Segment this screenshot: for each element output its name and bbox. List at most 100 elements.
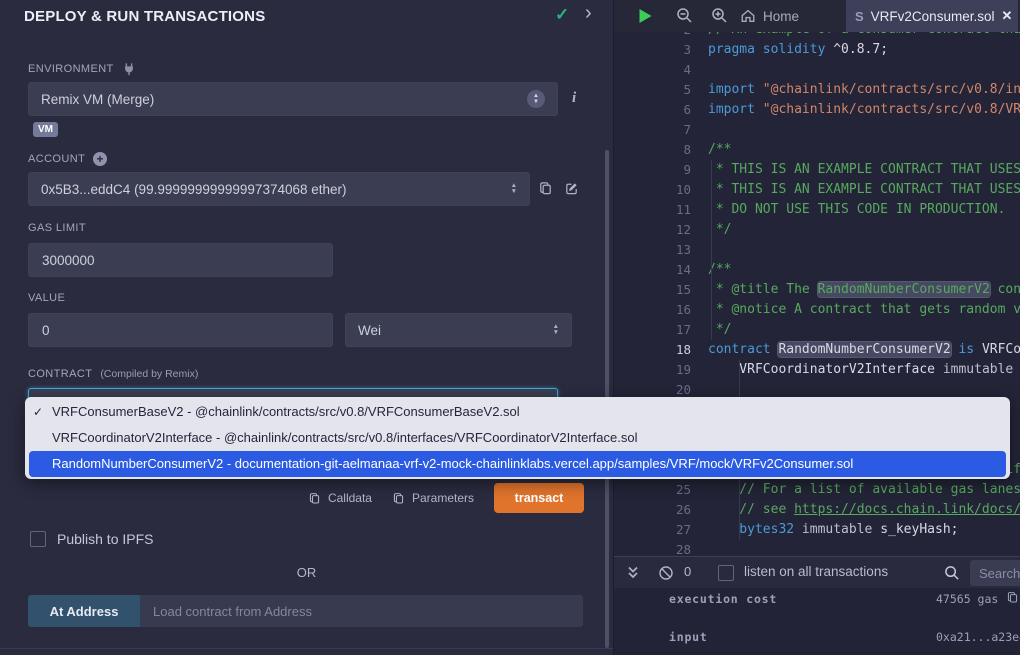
line-number[interactable]: 28 <box>614 540 691 556</box>
deploy-run-panel: DEPLOY & RUN TRANSACTIONS ✓ › ENVIRONMEN… <box>0 0 613 655</box>
code-line[interactable]: 9 * THIS IS AN EXAMPLE CONTRACT THAT USE… <box>614 160 1020 180</box>
at-address-input[interactable] <box>140 595 583 627</box>
expand-terminal-icon[interactable] <box>626 565 640 580</box>
clear-console-icon[interactable] <box>658 565 674 581</box>
close-tab-icon[interactable]: ✕ <box>1001 8 1012 24</box>
line-text: * THIS IS AN EXAMPLE CONTRACT THAT USES … <box>691 160 1020 180</box>
info-icon[interactable]: i <box>572 90 576 107</box>
code-line[interactable]: 4 <box>614 60 1020 80</box>
code-line[interactable]: 6import "@chainlink/contracts/src/v0.8/V… <box>614 100 1020 120</box>
line-number[interactable]: 7 <box>614 120 691 140</box>
code-line[interactable]: 25 // For a list of available gas lanes … <box>614 480 1020 500</box>
editor-tabbar: Home S VRFv2Consumer.sol ✕ <box>614 0 1020 32</box>
at-address-button[interactable]: At Address <box>28 595 140 627</box>
line-text: /** <box>691 140 731 160</box>
code-line[interactable]: 8/** <box>614 140 1020 160</box>
line-number[interactable]: 2 <box>614 32 691 40</box>
line-number[interactable]: 8 <box>614 140 691 160</box>
line-number[interactable]: 9 <box>614 160 691 180</box>
chevron-right-icon[interactable]: › <box>585 2 592 25</box>
zoom-in-icon[interactable] <box>711 7 728 24</box>
calldata-action[interactable]: Calldata <box>308 491 372 505</box>
vm-badge: VM <box>33 122 58 137</box>
solidity-file-icon: S <box>855 9 864 24</box>
line-text <box>691 60 708 80</box>
terminal-row-key: execution cost <box>669 592 777 606</box>
code-line[interactable]: 27 bytes32 immutable s_keyHash; <box>614 520 1020 540</box>
edit-account-icon[interactable] <box>564 181 579 196</box>
code-line[interactable]: 5import "@chainlink/contracts/src/v0.8/i… <box>614 80 1020 100</box>
zoom-out-icon[interactable] <box>676 7 693 24</box>
line-number[interactable]: 12 <box>614 220 691 240</box>
code-line[interactable]: 26 // see https://docs.chain.link/docs/v… <box>614 500 1020 520</box>
account-select[interactable]: 0x5B3...eddC4 (99.99999999999997374068 e… <box>28 172 530 206</box>
listen-all-checkbox[interactable] <box>718 565 734 581</box>
copy-value-icon[interactable] <box>1006 591 1019 604</box>
publish-ipfs-label: Publish to IPFS <box>57 531 154 547</box>
line-text: VRFCoordinatorV2Interface immutable COOR… <box>691 360 1020 380</box>
line-number[interactable]: 16 <box>614 300 691 320</box>
line-text: // An example of a consumer contract tha… <box>691 32 1020 40</box>
code-line[interactable]: 13 <box>614 240 1020 260</box>
code-line[interactable]: 28 <box>614 540 1020 556</box>
code-line[interactable]: 14/** <box>614 260 1020 280</box>
copy-icon <box>392 492 405 505</box>
line-number[interactable]: 14 <box>614 260 691 280</box>
line-number[interactable]: 6 <box>614 100 691 120</box>
terminal-bar: 0 listen on all transactions <box>614 556 1020 588</box>
code-line[interactable]: 2// An example of a consumer contract th… <box>614 32 1020 40</box>
dropdown-item[interactable]: RandomNumberConsumerV2 - documentation-g… <box>29 451 1006 477</box>
editor-pane: Home S VRFv2Consumer.sol ✕ 2// An exampl… <box>613 0 1020 655</box>
tab-home[interactable]: Home <box>740 0 799 32</box>
add-account-icon[interactable]: + <box>93 152 107 166</box>
dropdown-item-label: VRFConsumerBaseV2 - @chainlink/contracts… <box>52 404 520 419</box>
line-text <box>691 240 708 260</box>
line-number[interactable]: 13 <box>614 240 691 260</box>
copy-account-icon[interactable] <box>538 181 553 196</box>
listen-all-label: listen on all transactions <box>744 564 888 579</box>
code-line[interactable]: 19 VRFCoordinatorV2Interface immutable C… <box>614 360 1020 380</box>
line-number[interactable]: 10 <box>614 180 691 200</box>
code-line[interactable]: 15 * @title The RandomNumberConsumerV2 c… <box>614 280 1020 300</box>
value-input[interactable] <box>28 313 333 347</box>
parameters-action[interactable]: Parameters <box>392 491 474 505</box>
dropdown-item[interactable]: ✓VRFConsumerBaseV2 - @chainlink/contract… <box>25 399 1010 425</box>
contract-note: (Compiled by Remix) <box>100 368 198 380</box>
transact-button[interactable]: transact <box>494 483 584 513</box>
dropdown-item-label: VRFCoordinatorV2Interface - @chainlink/c… <box>52 430 637 445</box>
tab-vrfv2consumer[interactable]: S VRFv2Consumer.sol ✕ <box>846 0 1018 32</box>
code-line[interactable]: 12 */ <box>614 220 1020 240</box>
line-number[interactable]: 15 <box>614 280 691 300</box>
home-icon <box>740 8 756 24</box>
code-line[interactable]: 11 * DO NOT USE THIS CODE IN PRODUCTION. <box>614 200 1020 220</box>
publish-ipfs-checkbox[interactable] <box>30 531 46 547</box>
value-unit-select[interactable]: Wei ▲▼ <box>345 313 572 347</box>
line-number[interactable]: 17 <box>614 320 691 340</box>
line-number[interactable]: 25 <box>614 480 691 500</box>
code-line[interactable]: 17 */ <box>614 320 1020 340</box>
terminal-row-key: input <box>669 630 708 644</box>
line-number[interactable]: 18 <box>614 340 691 360</box>
run-script-icon[interactable] <box>638 8 653 24</box>
remix-ide: DEPLOY & RUN TRANSACTIONS ✓ › ENVIRONMEN… <box>0 0 1020 655</box>
indent-guide <box>711 160 712 340</box>
line-number[interactable]: 4 <box>614 60 691 80</box>
code-line[interactable]: 10 * THIS IS AN EXAMPLE CONTRACT THAT US… <box>614 180 1020 200</box>
line-number[interactable]: 11 <box>614 200 691 220</box>
dropdown-item[interactable]: VRFCoordinatorV2Interface - @chainlink/c… <box>25 425 1010 451</box>
code-line[interactable]: 7 <box>614 120 1020 140</box>
code-line[interactable]: 18contract RandomNumberConsumerV2 is VRF… <box>614 340 1020 360</box>
code-line[interactable]: 16 * @notice A contract that gets random… <box>614 300 1020 320</box>
line-number[interactable]: 27 <box>614 520 691 540</box>
line-number[interactable]: 19 <box>614 360 691 380</box>
account-value: 0x5B3...eddC4 (99.99999999999997374068 e… <box>41 182 347 197</box>
code-line[interactable]: 3pragma solidity ^0.8.7; <box>614 40 1020 60</box>
line-text: * DO NOT USE THIS CODE IN PRODUCTION. <box>691 200 1005 220</box>
gas-limit-input[interactable] <box>28 243 333 277</box>
line-number[interactable]: 5 <box>614 80 691 100</box>
line-number[interactable]: 26 <box>614 500 691 520</box>
environment-select[interactable]: Remix VM (Merge) ▲▼ <box>28 82 558 116</box>
line-number[interactable]: 3 <box>614 40 691 60</box>
terminal-search-input[interactable] <box>970 560 1020 586</box>
value-unit: Wei <box>358 323 381 338</box>
